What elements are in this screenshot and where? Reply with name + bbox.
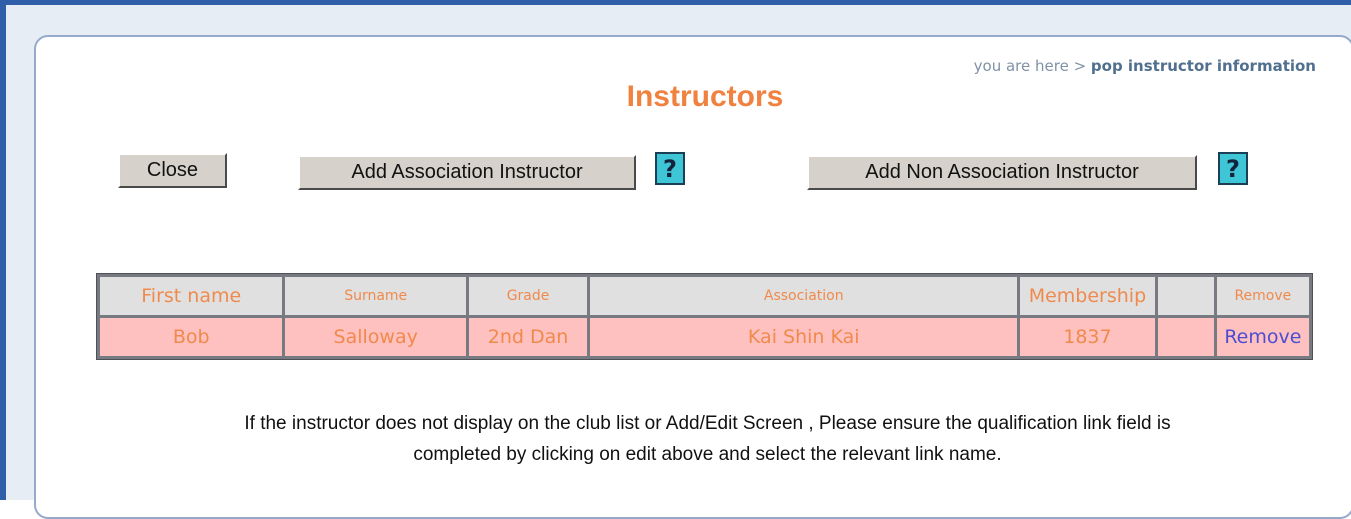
add-association-instructor-button[interactable]: Add Association Instructor (298, 155, 636, 190)
table-row: Bob Salloway 2nd Dan Kai Shin Kai 1837 R… (100, 318, 1309, 356)
cell-grade: 2nd Dan (468, 318, 588, 356)
header-membership: Membership (1020, 277, 1155, 315)
header-first-name: First name (100, 277, 283, 315)
close-button[interactable]: Close (118, 153, 227, 188)
help-icon-association[interactable]: ? (655, 152, 685, 185)
page-title: Instructors (626, 80, 784, 113)
cell-remove: Remove (1216, 318, 1309, 356)
breadcrumb-current: pop instructor information (1090, 57, 1316, 75)
breadcrumb: you are here > pop instructor informatio… (974, 57, 1316, 75)
breadcrumb-prefix: you are here > (973, 57, 1091, 75)
help-icon-glyph: ? (663, 154, 677, 183)
header-surname: Surname (285, 277, 466, 315)
cell-association: Kai Shin Kai (590, 318, 1018, 356)
header-remove: Remove (1216, 277, 1309, 315)
remove-link[interactable]: Remove (1224, 326, 1301, 348)
instructors-table: First name Surname Grade Association Mem… (96, 273, 1313, 360)
header-grade: Grade (468, 277, 588, 315)
table-header-row: First name Surname Grade Association Mem… (100, 277, 1309, 315)
help-note: If the instructor does not display on th… (100, 408, 1315, 470)
header-association: Association (590, 277, 1018, 315)
help-note-line-2: completed by clicking on edit above and … (413, 444, 1002, 465)
cell-first-name: Bob (100, 318, 283, 356)
help-icon-non-association[interactable]: ? (1218, 152, 1248, 185)
cell-blank (1157, 318, 1214, 356)
cell-surname: Salloway (285, 318, 466, 356)
cell-membership: 1837 (1020, 318, 1155, 356)
add-non-association-instructor-button[interactable]: Add Non Association Instructor (807, 155, 1197, 190)
help-note-line-1: If the instructor does not display on th… (244, 413, 1171, 434)
help-icon-glyph: ? (1226, 154, 1240, 183)
header-blank (1157, 277, 1214, 315)
